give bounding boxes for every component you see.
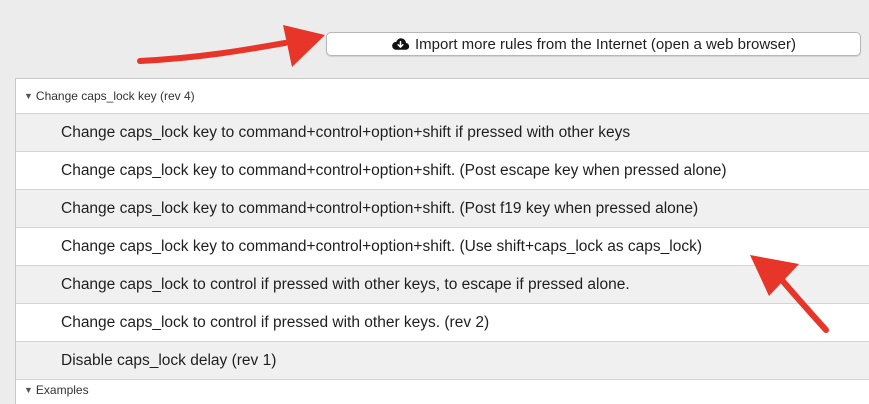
rule-row[interactable]: Change caps_lock key to command+control+…: [16, 151, 869, 189]
rules-list: ▼ Change caps_lock key (rev 4) Change ca…: [15, 78, 869, 404]
rule-label: Change caps_lock key to command+control+…: [61, 237, 703, 255]
rule-row[interactable]: Change caps_lock key to command+control+…: [16, 189, 869, 227]
rule-label: Change caps_lock key to command+control+…: [61, 123, 631, 141]
rule-row[interactable]: Change caps_lock to control if pressed w…: [16, 303, 869, 341]
rule-row[interactable]: Disable caps_lock delay (rev 1): [16, 341, 869, 379]
rule-label: Change caps_lock to control if pressed w…: [61, 313, 490, 331]
rule-label: Disable caps_lock delay (rev 1): [61, 351, 277, 369]
rule-label: Change caps_lock key to command+control+…: [61, 199, 699, 217]
cloud-download-icon: [392, 37, 410, 50]
disclosure-triangle-icon[interactable]: ▼: [24, 385, 33, 395]
import-rules-button[interactable]: Import more rules from the Internet (ope…: [326, 32, 861, 56]
rule-row[interactable]: Change caps_lock to control if pressed w…: [16, 265, 869, 303]
disclosure-triangle-icon[interactable]: ▼: [24, 91, 33, 101]
toolbar: Import more rules from the Internet (ope…: [0, 0, 869, 78]
rule-label: Change caps_lock to control if pressed w…: [61, 275, 630, 293]
import-rules-label: Import more rules from the Internet (ope…: [415, 35, 796, 53]
group-header-examples[interactable]: ▼ Examples: [16, 379, 869, 399]
group-header-label: Examples: [35, 382, 89, 397]
group-header-label: Change caps_lock key (rev 4): [35, 89, 195, 103]
rule-label: Change caps_lock key to command+control+…: [61, 161, 727, 179]
rule-row[interactable]: Change caps_lock key to command+control+…: [16, 227, 869, 265]
rule-row[interactable]: Change caps_lock key to command+control+…: [16, 113, 869, 151]
group-header-caps-lock[interactable]: ▼ Change caps_lock key (rev 4): [16, 79, 869, 113]
